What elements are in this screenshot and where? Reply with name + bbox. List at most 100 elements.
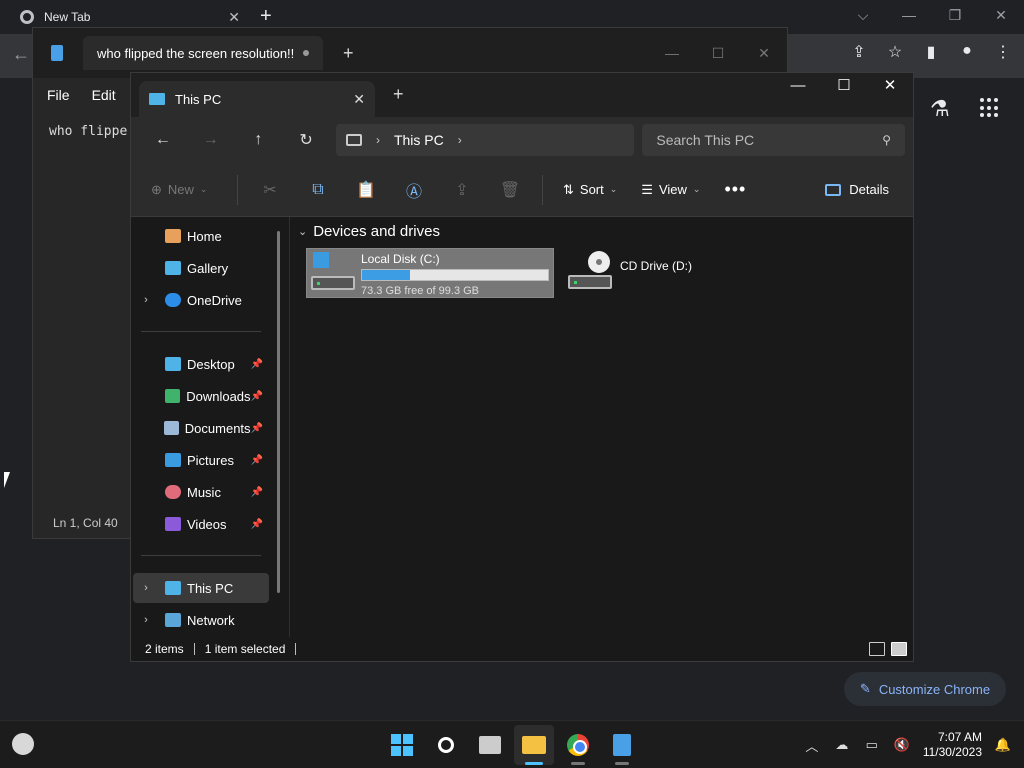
delete-icon[interactable]: 🗑: [486, 180, 534, 200]
close-button[interactable]: ✕: [741, 45, 787, 62]
drive-tile-d[interactable]: CD Drive (D:): [564, 248, 724, 298]
document-icon: [163, 421, 179, 435]
close-button[interactable]: ✕: [867, 73, 913, 99]
profile-icon[interactable]: ●: [958, 42, 976, 62]
clock-time: 7:07 AM: [937, 730, 982, 744]
chevron-down-icon[interactable]: ⌵: [840, 0, 886, 30]
running-indicator: [571, 762, 585, 765]
taskbar-notepad[interactable]: [602, 725, 642, 765]
sidebar-item-downloads[interactable]: Downloads 📌: [133, 381, 269, 411]
start-button[interactable]: [382, 725, 422, 765]
taskbar-chrome[interactable]: [558, 725, 598, 765]
sidebar-item-home[interactable]: Home: [133, 221, 269, 251]
copy-icon[interactable]: ⧉: [294, 181, 342, 199]
sidebar-item-music[interactable]: Music 📌: [133, 477, 269, 507]
details-view-icon[interactable]: [869, 642, 885, 656]
weather-icon[interactable]: [12, 733, 34, 755]
sidebar-item-desktop[interactable]: Desktop 📌: [133, 349, 269, 379]
chrome-tab-title: New Tab: [44, 10, 91, 24]
sidebar-item-pictures[interactable]: Pictures 📌: [133, 445, 269, 475]
drive-tile-c[interactable]: Local Disk (C:) 73.3 GB free of 99.3 GB: [306, 248, 554, 298]
details-button[interactable]: Details: [825, 182, 903, 197]
share-icon[interactable]: ⇪: [850, 42, 868, 62]
chevron-up-icon[interactable]: ︿: [803, 736, 821, 755]
pin-icon[interactable]: 📌: [251, 423, 263, 434]
paste-icon[interactable]: 📋: [342, 180, 390, 200]
sidebar-item-onedrive[interactable]: › OneDrive: [133, 285, 269, 315]
pin-icon[interactable]: 📌: [251, 519, 263, 530]
explorer-new-tab-button[interactable]: +: [393, 84, 404, 105]
more-options-button[interactable]: •••: [712, 179, 758, 200]
rename-icon[interactable]: Ⓐ: [390, 178, 438, 202]
breadcrumb-this-pc[interactable]: This PC: [394, 132, 444, 148]
explorer-body: Home Gallery › OneDrive Desktop 📌 Downlo…: [131, 217, 913, 637]
forward-arrow-icon[interactable]: →: [187, 131, 235, 149]
minimize-button[interactable]: —: [649, 45, 695, 62]
pin-icon[interactable]: 📌: [251, 359, 263, 370]
chevron-right-icon[interactable]: ›: [133, 614, 159, 626]
nav-scrollbar[interactable]: [277, 231, 280, 593]
minimize-button[interactable]: —: [886, 0, 932, 30]
sort-button[interactable]: ⇅ Sort ⌄: [551, 182, 629, 198]
mouse-cursor-icon: [4, 472, 16, 488]
sidebar-item-documents[interactable]: Documents 📌: [133, 413, 269, 443]
volume-muted-icon[interactable]: 🔇: [893, 737, 911, 753]
close-icon[interactable]: ✕: [353, 91, 365, 108]
file-explorer-window: This PC ✕ + — ☐ ✕ ← → ↑ ↻ › This PC › Se…: [130, 72, 914, 662]
close-button[interactable]: ✕: [978, 0, 1024, 30]
chevron-right-icon[interactable]: ›: [376, 133, 380, 147]
tiles-view-icon[interactable]: [891, 642, 907, 656]
labs-flask-icon[interactable]: ⚗: [930, 96, 950, 122]
sidebar-item-this-pc[interactable]: › This PC: [133, 573, 269, 603]
sidebar-item-label: Documents: [184, 420, 251, 436]
pin-icon[interactable]: 📌: [251, 455, 263, 466]
group-header[interactable]: ⌄ Devices and drives: [298, 223, 440, 240]
more-vert-icon[interactable]: ⋮: [994, 42, 1012, 62]
search-input[interactable]: Search This PC ⚲: [642, 124, 906, 156]
new-label: New: [167, 182, 194, 197]
apps-grid-icon[interactable]: [980, 98, 1000, 118]
notepad-new-tab-button[interactable]: +: [343, 43, 354, 64]
sidebar-item-videos[interactable]: Videos 📌: [133, 509, 269, 539]
minimize-button[interactable]: —: [775, 73, 821, 99]
pin-icon[interactable]: 📌: [251, 391, 263, 402]
sidebar-item-network[interactable]: › Network: [133, 605, 269, 635]
notepad-status-position: Ln 1, Col 40: [53, 516, 118, 530]
drive-free-space: 73.3 GB free of 99.3 GB: [361, 285, 480, 297]
up-arrow-icon[interactable]: ↑: [234, 131, 282, 149]
notification-bell-icon[interactable]: 🔔: [994, 737, 1012, 753]
back-arrow-icon[interactable]: ←: [139, 131, 187, 149]
share-icon[interactable]: ⇪: [438, 180, 486, 200]
monitor-icon: [165, 581, 181, 595]
pin-icon[interactable]: 📌: [251, 487, 263, 498]
star-icon[interactable]: ☆: [886, 42, 904, 62]
new-button[interactable]: ⊕ New ⌄: [141, 182, 229, 198]
onedrive-offline-icon[interactable]: ☁: [833, 737, 851, 753]
notepad-tab[interactable]: who flipped the screen resolution!!: [83, 36, 323, 70]
clock[interactable]: 7:07 AM 11/30/2023: [923, 730, 982, 760]
back-arrow-icon[interactable]: ←: [12, 44, 30, 65]
menu-file[interactable]: File: [47, 87, 70, 103]
explorer-address-bar: ← → ↑ ↻ › This PC › Search This PC ⚲: [131, 117, 913, 163]
chevron-right-icon[interactable]: ›: [133, 294, 159, 306]
sidebar-item-gallery[interactable]: Gallery: [133, 253, 269, 283]
taskbar-file-explorer[interactable]: [514, 725, 554, 765]
task-view-button[interactable]: [470, 725, 510, 765]
network-icon[interactable]: ▭: [863, 737, 881, 753]
breadcrumb[interactable]: › This PC ›: [335, 124, 635, 156]
chevron-right-icon[interactable]: ›: [458, 133, 462, 147]
maximize-button[interactable]: ☐: [695, 45, 741, 62]
close-icon[interactable]: ✕: [228, 9, 240, 26]
restore-button[interactable]: ❐: [932, 0, 978, 30]
taskbar-search-button[interactable]: [426, 725, 466, 765]
explorer-tab-this-pc[interactable]: This PC ✕: [139, 81, 375, 117]
side-panel-icon[interactable]: ▮: [922, 42, 940, 62]
view-button[interactable]: ☰ View ⌄: [629, 182, 712, 198]
chevron-right-icon[interactable]: ›: [133, 582, 159, 594]
refresh-icon[interactable]: ↻: [282, 130, 330, 150]
menu-edit[interactable]: Edit: [92, 87, 116, 103]
maximize-button[interactable]: ☐: [821, 73, 867, 99]
cut-icon[interactable]: ✂: [246, 180, 294, 200]
new-tab-button[interactable]: +: [260, 5, 272, 28]
customize-chrome-button[interactable]: ✎ Customize Chrome: [844, 672, 1006, 706]
